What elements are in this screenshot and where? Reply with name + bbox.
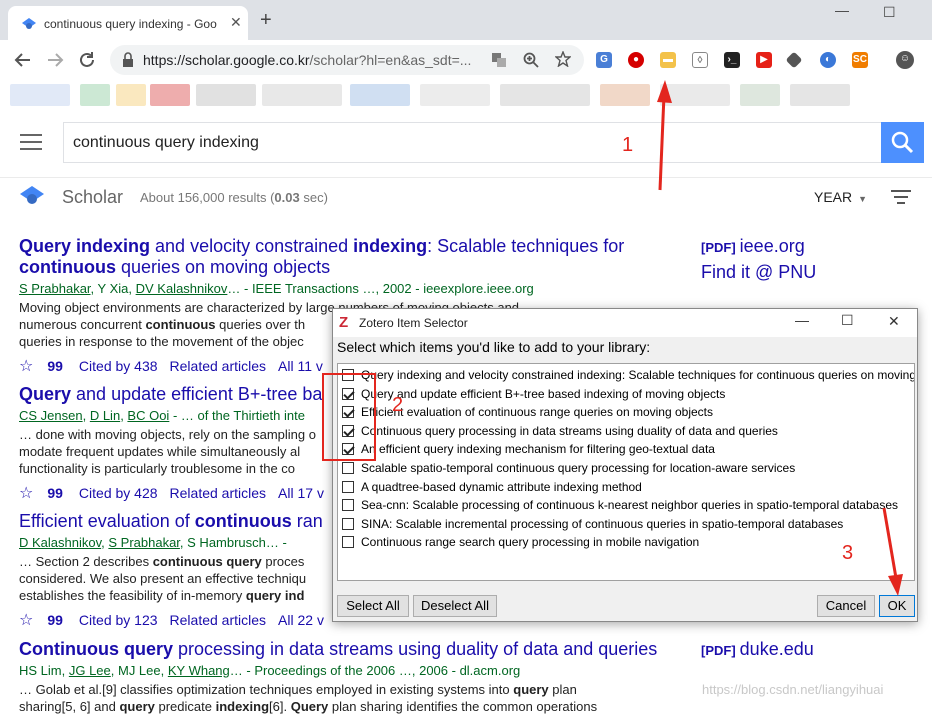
annotation-number-2: 2 (392, 394, 404, 416)
annotation-number-3: 3 (842, 542, 854, 564)
annotation-number-1: 1 (622, 134, 634, 156)
annotation-overlay (657, 80, 903, 596)
annotation-arrow-1 (658, 94, 666, 191)
annotation-arrowhead-3 (888, 574, 903, 596)
annotation-arrowhead-1 (657, 80, 672, 103)
annotation-checkbox-highlight (322, 373, 376, 461)
watermark: https://blog.csdn.net/liangyihuai (702, 682, 884, 697)
annotation-arrow-3 (882, 507, 898, 579)
